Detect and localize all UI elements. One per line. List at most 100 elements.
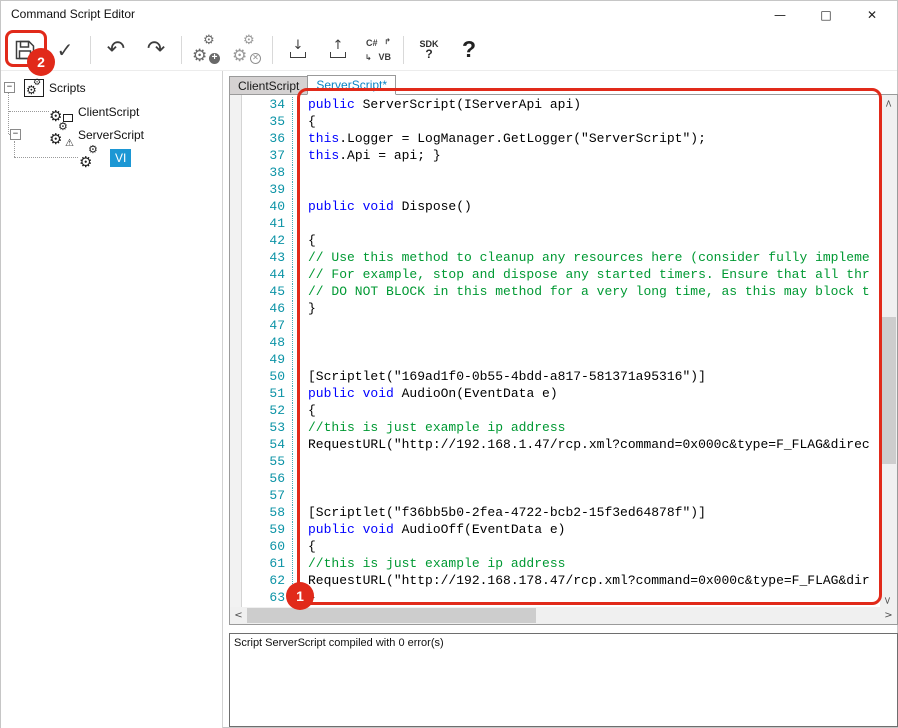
export-button[interactable]: ↑ bbox=[318, 32, 358, 68]
code-text bbox=[293, 335, 308, 352]
maximize-button[interactable]: □ bbox=[803, 1, 849, 29]
code-text: RequestURL("http://192.168.178.47/rcp.xm… bbox=[293, 573, 870, 590]
collapse-icon[interactable]: − bbox=[4, 82, 15, 93]
code-line[interactable]: 45// DO NOT BLOCK in this method for a v… bbox=[242, 284, 880, 301]
add-script-button[interactable]: ⚙ ⚙ + bbox=[187, 32, 227, 68]
scroll-right-icon[interactable]: > bbox=[880, 607, 897, 624]
minimize-button[interactable]: — bbox=[757, 1, 803, 29]
horizontal-scrollbar[interactable]: < > bbox=[230, 607, 897, 624]
code-line[interactable]: 63} bbox=[242, 590, 880, 607]
check-icon: ✓ bbox=[57, 38, 74, 62]
code-line[interactable]: 57 bbox=[242, 488, 880, 505]
code-text bbox=[293, 318, 308, 335]
close-button[interactable]: ✕ bbox=[849, 1, 895, 29]
line-number: 45 bbox=[242, 284, 293, 301]
code-line[interactable]: 34public ServerScript(IServerApi api) bbox=[242, 97, 880, 114]
code-line[interactable]: 41 bbox=[242, 216, 880, 233]
sdk-help-button[interactable]: SDK ? bbox=[409, 32, 449, 68]
command-script-editor-window: Command Script Editor — □ ✕ ✓ ↶ ↷ bbox=[0, 0, 898, 728]
tab-serverscript[interactable]: ServerScript* bbox=[307, 75, 396, 95]
code-line[interactable]: 44// For example, stop and dispose any s… bbox=[242, 267, 880, 284]
code-line[interactable]: 59public void AudioOff(EventData e) bbox=[242, 522, 880, 539]
code-line[interactable]: 58[Scriptlet("f36bb5b0-2fea-4722-bcb2-15… bbox=[242, 505, 880, 522]
code-text: RequestURL("http://192.168.1.47/rcp.xml?… bbox=[293, 437, 870, 454]
compile-status-message[interactable]: Script ServerScript compiled with 0 erro… bbox=[230, 634, 897, 652]
code-line[interactable]: 61//this is just example ip address bbox=[242, 556, 880, 573]
import-button[interactable]: ↓ bbox=[278, 32, 318, 68]
code-text bbox=[293, 182, 308, 199]
code-text: this.Api = api; } bbox=[293, 148, 441, 165]
code-line[interactable]: 39 bbox=[242, 182, 880, 199]
undo-icon: ↶ bbox=[107, 37, 125, 62]
code-line[interactable]: 40public void Dispose() bbox=[242, 199, 880, 216]
code-text: public void AudioOff(EventData e) bbox=[293, 522, 565, 539]
line-number: 57 bbox=[242, 488, 293, 505]
sdk-help-icon: SDK ? bbox=[419, 40, 438, 60]
code-line[interactable]: 55 bbox=[242, 454, 880, 471]
code-line[interactable]: 36this.Logger = LogManager.GetLogger("Se… bbox=[242, 131, 880, 148]
editor-tabs: ClientScript ServerScript* bbox=[229, 75, 396, 95]
code-line[interactable]: 35{ bbox=[242, 114, 880, 131]
line-number: 46 bbox=[242, 301, 293, 318]
code-line[interactable]: 37this.Api = api; } bbox=[242, 148, 880, 165]
code-editor[interactable]: 34public ServerScript(IServerApi api)35{… bbox=[229, 94, 898, 625]
scroll-down-icon[interactable]: < bbox=[883, 596, 894, 604]
csharp-vb-toggle-icon: C# ↱ ↳ VB bbox=[365, 38, 391, 62]
scroll-up-icon[interactable]: < bbox=[883, 99, 894, 107]
code-line[interactable]: 54RequestURL("http://192.168.1.47/rcp.xm… bbox=[242, 437, 880, 454]
vertical-scrollbar-thumb[interactable] bbox=[881, 317, 896, 464]
code-text bbox=[293, 352, 308, 369]
undo-button[interactable]: ↶ bbox=[96, 32, 136, 68]
tab-clientscript[interactable]: ClientScript bbox=[229, 76, 307, 95]
tree-connector bbox=[8, 93, 9, 134]
tree-item-vi[interactable]: ⚙ ⚙ VI bbox=[79, 146, 131, 169]
import-icon: ↓ bbox=[290, 41, 306, 58]
line-number: 50 bbox=[242, 369, 293, 386]
tree-item-label: ServerScript bbox=[78, 128, 144, 142]
line-number: 44 bbox=[242, 267, 293, 284]
code-line[interactable]: 43// Use this method to cleanup any reso… bbox=[242, 250, 880, 267]
line-number: 40 bbox=[242, 199, 293, 216]
server-script-icon: ⚙ ⚙ ⚠ bbox=[49, 124, 73, 146]
language-toggle-button[interactable]: C# ↱ ↳ VB bbox=[358, 32, 398, 68]
code-line[interactable]: 49 bbox=[242, 352, 880, 369]
tree-item-serverscript[interactable]: − ⚙ ⚙ ⚠ ServerScript bbox=[10, 123, 144, 146]
code-lines[interactable]: 34public ServerScript(IServerApi api)35{… bbox=[242, 97, 880, 609]
code-line[interactable]: 60{ bbox=[242, 539, 880, 556]
code-line[interactable]: 50[Scriptlet("169ad1f0-0b55-4bdd-a817-58… bbox=[242, 369, 880, 386]
annotation-badge-2: 2 bbox=[27, 48, 55, 76]
compile-output-panel: Script ServerScript compiled with 0 erro… bbox=[229, 633, 898, 727]
code-line[interactable]: 56 bbox=[242, 471, 880, 488]
line-number: 48 bbox=[242, 335, 293, 352]
window-title: Command Script Editor bbox=[11, 7, 135, 21]
code-line[interactable]: 53//this is just example ip address bbox=[242, 420, 880, 437]
code-text: //this is just example ip address bbox=[293, 420, 565, 437]
code-line[interactable]: 46} bbox=[242, 301, 880, 318]
line-number: 41 bbox=[242, 216, 293, 233]
code-line[interactable]: 42{ bbox=[242, 233, 880, 250]
line-number: 39 bbox=[242, 182, 293, 199]
code-line[interactable]: 47 bbox=[242, 318, 880, 335]
line-number: 58 bbox=[242, 505, 293, 522]
code-line[interactable]: 62RequestURL("http://192.168.178.47/rcp.… bbox=[242, 573, 880, 590]
tree-item-scripts[interactable]: − ⚙ ⚙ Scripts bbox=[4, 76, 86, 99]
help-button[interactable]: ? bbox=[449, 32, 489, 68]
horizontal-scrollbar-thumb[interactable] bbox=[247, 608, 536, 623]
code-line[interactable]: 38 bbox=[242, 165, 880, 182]
scroll-left-icon[interactable]: < bbox=[230, 607, 247, 624]
redo-button[interactable]: ↷ bbox=[136, 32, 176, 68]
code-text: } bbox=[293, 301, 316, 318]
collapse-icon[interactable]: − bbox=[10, 129, 21, 140]
code-line[interactable]: 51public void AudioOn(EventData e) bbox=[242, 386, 880, 403]
code-text: [Scriptlet("f36bb5b0-2fea-4722-bcb2-15f3… bbox=[293, 505, 706, 522]
line-number: 55 bbox=[242, 454, 293, 471]
line-number: 47 bbox=[242, 318, 293, 335]
code-line[interactable]: 52{ bbox=[242, 403, 880, 420]
remove-script-button[interactable]: ⚙ ⚙ ✕ bbox=[227, 32, 267, 68]
remove-script-icon: ⚙ ⚙ ✕ bbox=[232, 36, 262, 64]
toolbar-separator bbox=[90, 36, 91, 64]
line-number: 61 bbox=[242, 556, 293, 573]
vertical-scrollbar[interactable]: < < bbox=[880, 95, 897, 609]
code-text: [Scriptlet("169ad1f0-0b55-4bdd-a817-5813… bbox=[293, 369, 706, 386]
code-line[interactable]: 48 bbox=[242, 335, 880, 352]
